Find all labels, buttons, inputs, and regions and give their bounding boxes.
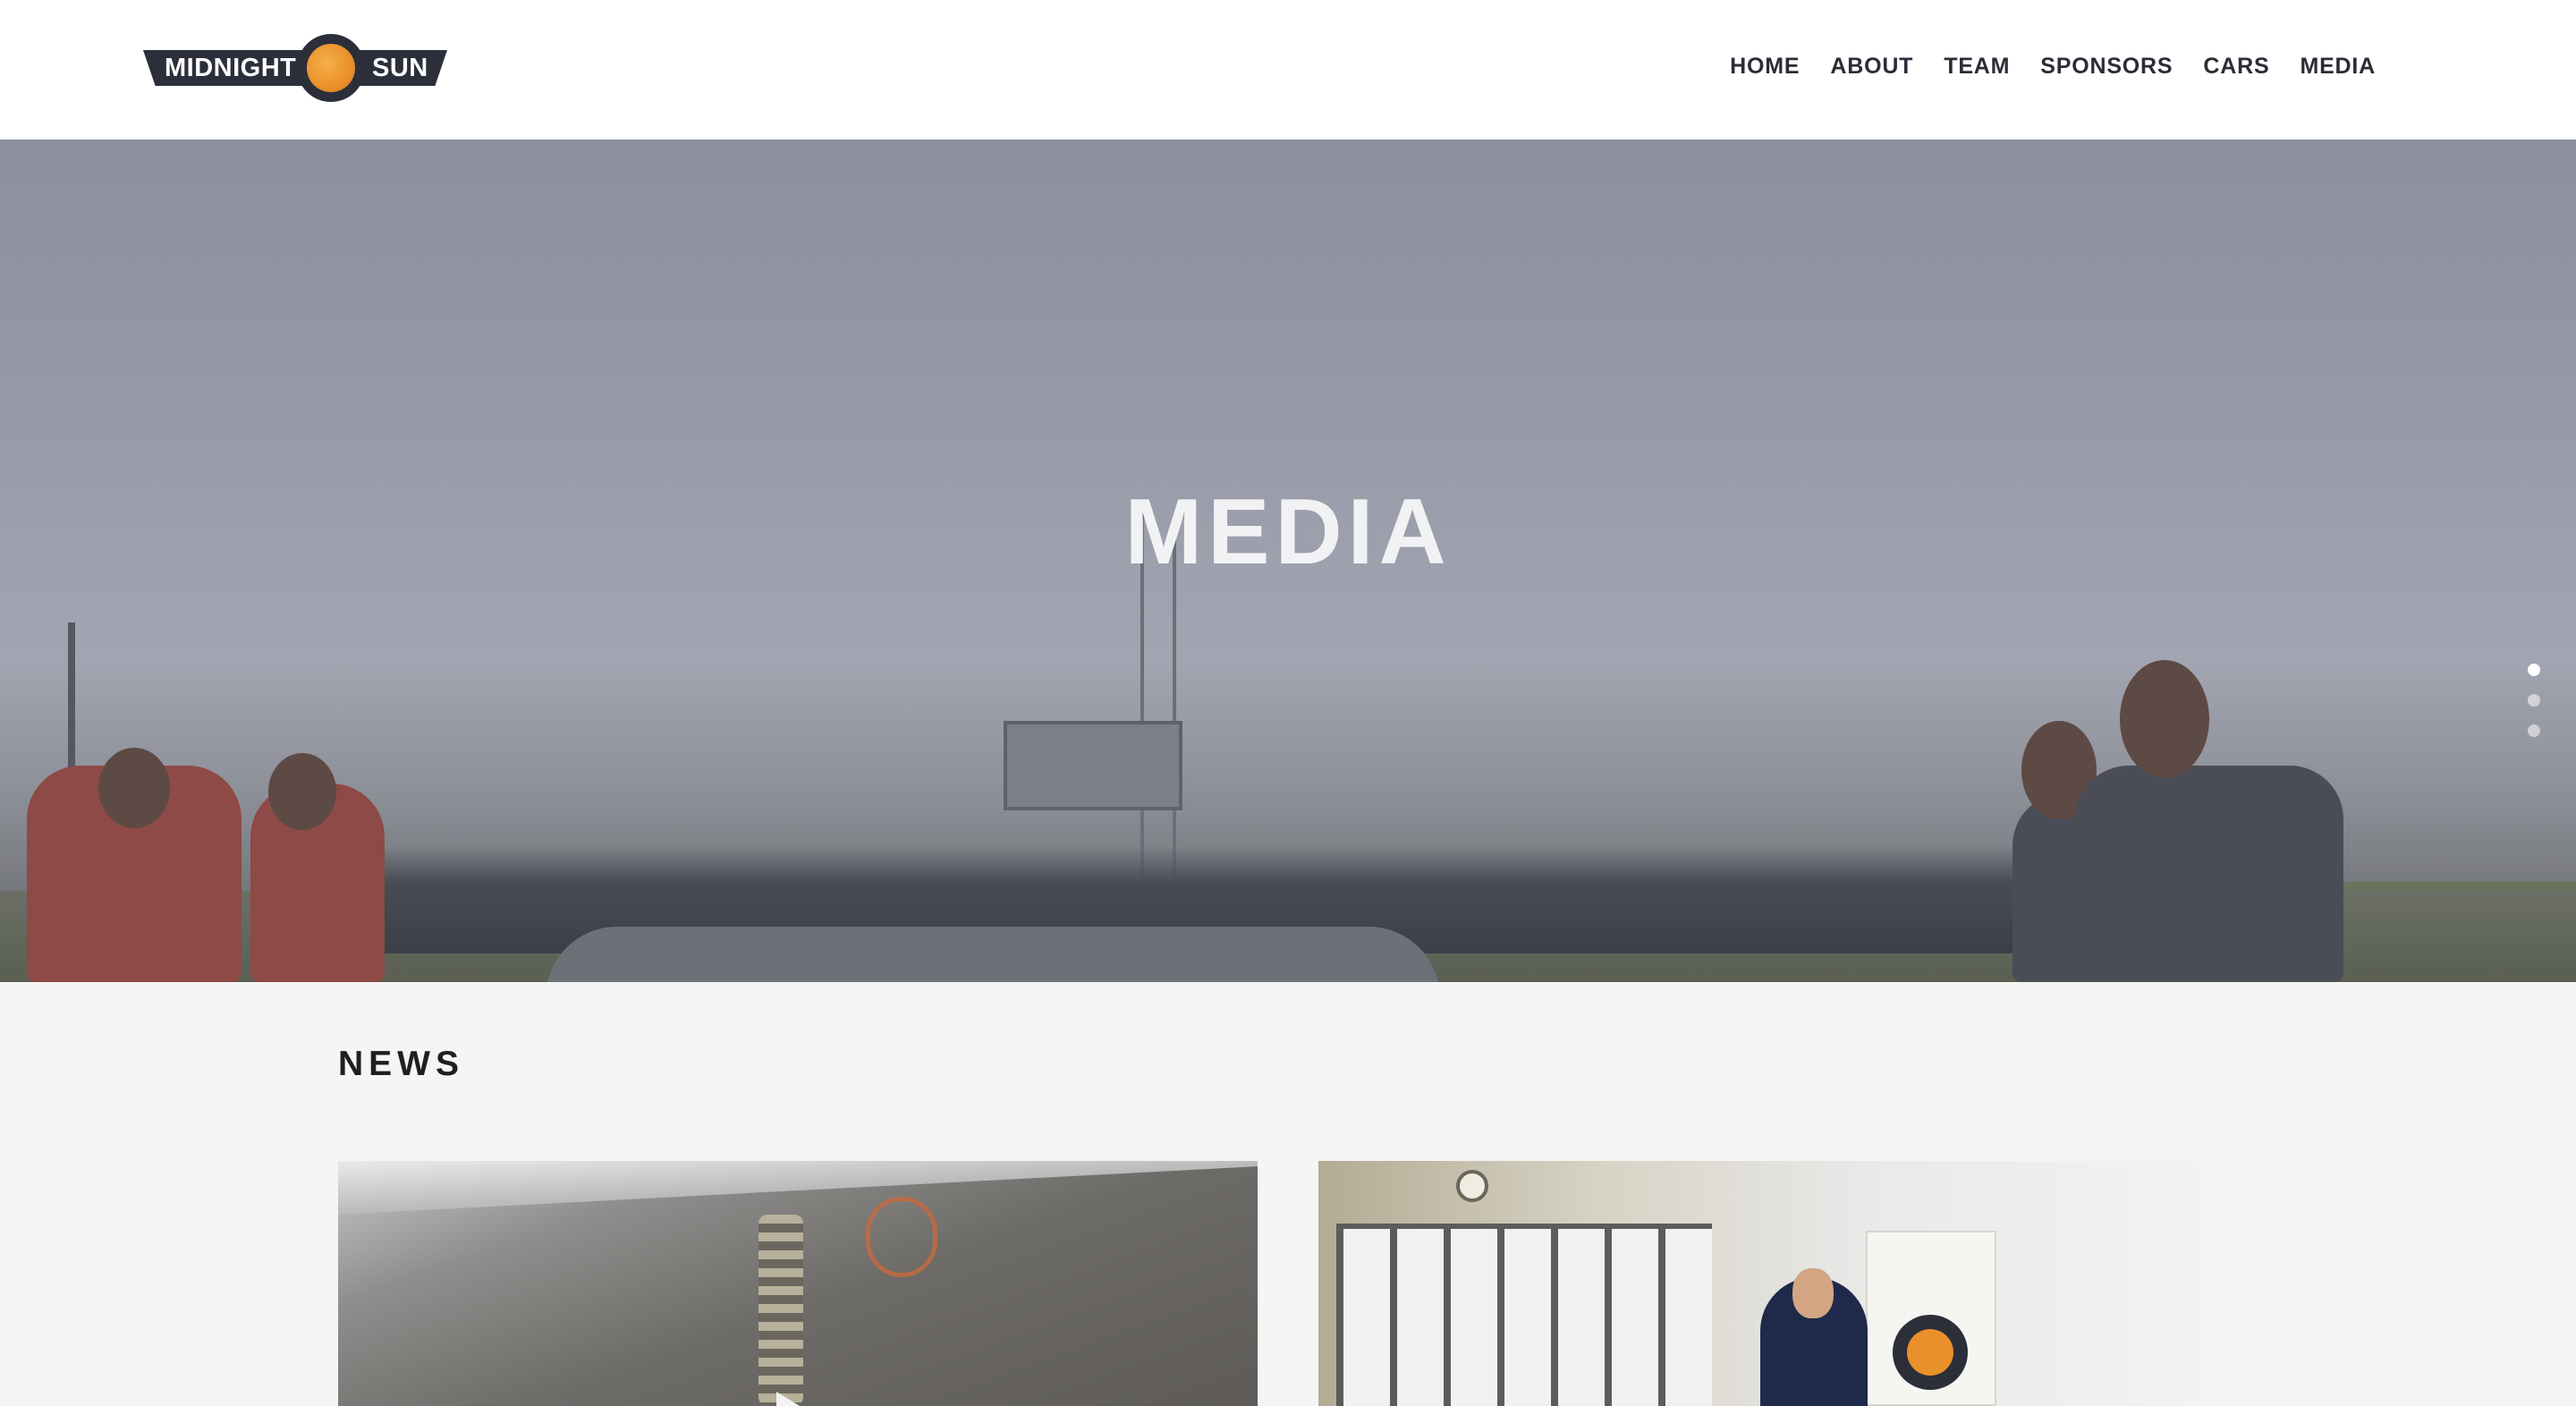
timing-booth: [1004, 721, 1182, 810]
logo-text-right: SUN: [372, 54, 428, 82]
news-card-video[interactable]: [338, 1161, 1258, 1406]
sun-icon: [1893, 1315, 1968, 1390]
orange-wire: [866, 1197, 937, 1277]
suspension-spring: [758, 1215, 803, 1406]
hero-person-head: [268, 753, 336, 830]
site-logo[interactable]: MIDNIGHT SUN: [143, 32, 447, 102]
nav-item-team[interactable]: TEAM: [1944, 54, 2010, 80]
nav-item-media[interactable]: MEDIA: [2300, 54, 2376, 80]
hero-person: [2075, 766, 2343, 982]
slider-dot-2[interactable]: [2528, 694, 2540, 707]
logo-text-left: MIDNIGHT: [165, 54, 297, 82]
hero-slider: MEDIA: [0, 140, 2576, 982]
nav-item-sponsors[interactable]: SPONSORS: [2040, 54, 2173, 80]
main-nav: HOME ABOUT TEAM SPONSORS CARS MEDIA: [1730, 54, 2376, 80]
garage-windows: [1336, 1224, 1712, 1406]
sun-icon: [307, 44, 355, 92]
hero-person-head: [2120, 660, 2209, 778]
card-image-highlight: [338, 1161, 1258, 1215]
hero-person-head: [98, 748, 170, 828]
clock-icon: [1456, 1170, 1488, 1202]
play-icon[interactable]: [776, 1392, 800, 1406]
solar-car: [546, 927, 1440, 982]
nav-item-cars[interactable]: CARS: [2203, 54, 2269, 80]
site-header: MIDNIGHT SUN HOME ABOUT TEAM SPONSORS CA…: [0, 0, 2576, 140]
slider-dot-3[interactable]: [2528, 724, 2540, 737]
speaker-head: [1792, 1268, 1834, 1318]
nav-item-home[interactable]: HOME: [1730, 54, 1800, 80]
news-card-event[interactable]: [1318, 1161, 2238, 1406]
slider-pagination: [2528, 664, 2540, 737]
news-heading: NEWS: [338, 1045, 464, 1083]
page-title: MEDIA: [1124, 480, 1452, 584]
nav-item-about[interactable]: ABOUT: [1830, 54, 1913, 80]
slider-dot-1[interactable]: [2528, 664, 2540, 676]
